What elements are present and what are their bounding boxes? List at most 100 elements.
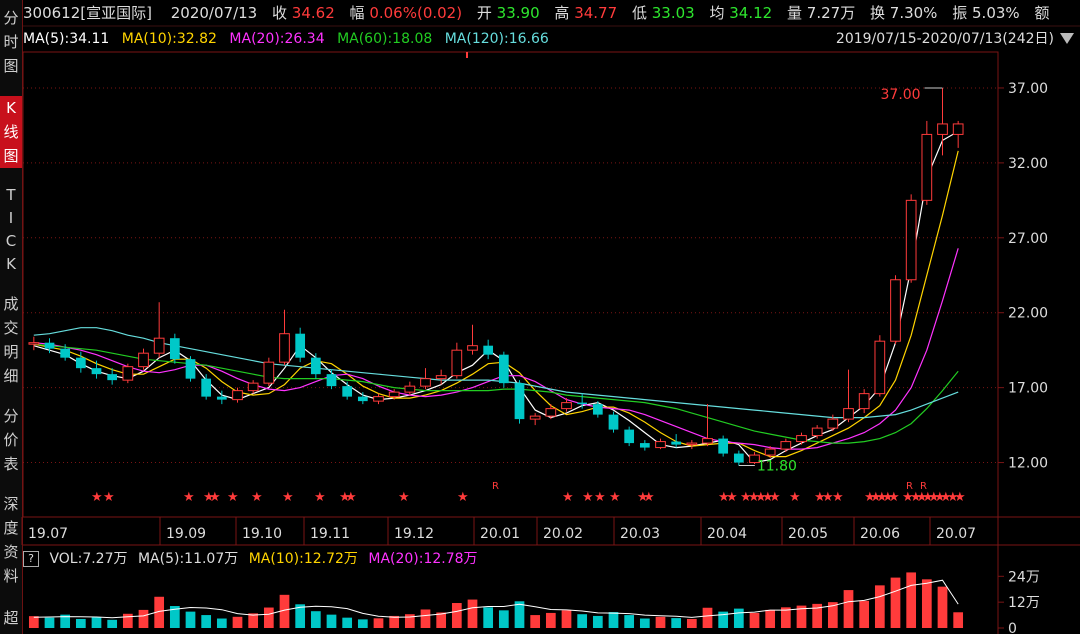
candle-body-down[interactable] <box>733 453 744 463</box>
candle-body-up[interactable] <box>279 333 290 363</box>
candle-body-up[interactable] <box>138 352 149 368</box>
volume-bar[interactable] <box>530 615 541 628</box>
volume-bar[interactable] <box>44 617 55 628</box>
volume-bar[interactable] <box>733 608 744 628</box>
candle-body-down[interactable] <box>624 429 635 444</box>
candle-body-up[interactable] <box>529 415 541 420</box>
volume-bar[interactable] <box>373 618 384 628</box>
candle-body-up[interactable] <box>28 342 40 345</box>
candle-body-down[interactable] <box>201 378 212 397</box>
volume-bar[interactable] <box>185 611 196 628</box>
candle-body-up[interactable] <box>388 391 400 398</box>
candle-body-down[interactable] <box>639 443 650 448</box>
volume-bar[interactable] <box>75 618 86 628</box>
volume-bar[interactable] <box>420 609 431 628</box>
volume-bar[interactable] <box>28 616 39 628</box>
candle-body-down[interactable] <box>326 374 337 387</box>
candle-body-down[interactable] <box>671 441 682 445</box>
candle-body-down[interactable] <box>185 359 196 379</box>
volume-bar[interactable] <box>577 614 588 628</box>
candle-body-up[interactable] <box>467 345 478 351</box>
volume-bar[interactable] <box>639 618 650 628</box>
volume-bar[interactable] <box>326 614 337 628</box>
candle-body-up[interactable] <box>153 337 165 354</box>
volume-bar[interactable] <box>655 616 666 628</box>
volume-bar[interactable] <box>749 612 760 628</box>
volume-bar[interactable] <box>138 609 149 628</box>
candle-body-down[interactable] <box>357 396 368 402</box>
candle-body-down[interactable] <box>60 348 71 358</box>
volume-bar[interactable] <box>765 609 776 628</box>
candle-body-up[interactable] <box>952 123 964 135</box>
volume-bar[interactable] <box>389 615 400 628</box>
volume-bar[interactable] <box>357 619 368 628</box>
volume-bar[interactable] <box>686 618 697 628</box>
candle-body-up[interactable] <box>796 435 807 443</box>
volume-bar[interactable] <box>451 603 462 628</box>
candle-body-up[interactable] <box>404 385 416 393</box>
volume-bar[interactable] <box>702 607 713 628</box>
candle-body-up[interactable] <box>686 442 698 446</box>
volume-bar[interactable] <box>310 611 321 628</box>
candle-body-down[interactable] <box>483 345 494 355</box>
kline-chart[interactable]: ★ ★ ★ ★★ ★ ★ ★ ★ ★★ ★ ★ ★ ★ ★ ★ ★★ ★★ ★★★★★ ★ ★★★ ★★★★★ ★★★★★… <box>0 0 1080 634</box>
candle-body-up[interactable] <box>937 123 948 135</box>
volume-bar[interactable] <box>906 572 917 628</box>
volume-bar[interactable] <box>467 599 478 628</box>
candle-body-up[interactable] <box>545 408 557 417</box>
candle-body-up[interactable] <box>561 402 572 410</box>
candle-body-up[interactable] <box>247 382 259 392</box>
volume-bar[interactable] <box>561 610 572 628</box>
volume-bar[interactable] <box>122 613 133 628</box>
volume-bar[interactable] <box>890 577 901 628</box>
candle-body-down[interactable] <box>608 414 619 430</box>
candle-body-up[interactable] <box>921 133 933 201</box>
volume-bar[interactable] <box>937 586 948 628</box>
candle-body-up[interactable] <box>890 279 901 342</box>
volume-bar[interactable] <box>498 610 509 628</box>
volume-bar[interactable] <box>483 607 494 628</box>
volume-bar[interactable] <box>232 616 243 628</box>
candle-body-down[interactable] <box>107 374 118 381</box>
candle-body-up[interactable] <box>232 390 243 401</box>
candle-body-up[interactable] <box>702 438 713 444</box>
candle-body-down[interactable] <box>718 438 729 454</box>
candle-body-down[interactable] <box>169 338 180 360</box>
volume-bar[interactable] <box>263 607 274 628</box>
candle-body-down[interactable] <box>75 357 86 369</box>
candle-body-down[interactable] <box>342 386 353 397</box>
candle-body-up[interactable] <box>780 441 792 450</box>
candle-body-up[interactable] <box>764 448 776 456</box>
candle-body-up[interactable] <box>655 441 666 449</box>
volume-bar[interactable] <box>342 617 353 628</box>
candle-body-down[interactable] <box>592 404 603 415</box>
candle-body-up[interactable] <box>874 340 886 395</box>
candle-body-up[interactable] <box>263 361 275 384</box>
candle-body-down[interactable] <box>44 342 55 349</box>
candle-body-up[interactable] <box>122 366 134 381</box>
candle-body-up[interactable] <box>858 393 870 410</box>
volume-bar[interactable] <box>624 615 635 628</box>
volume-bar[interactable] <box>874 585 885 628</box>
volume-bar[interactable] <box>843 590 854 628</box>
candle-body-down[interactable] <box>216 396 227 400</box>
volume-bar[interactable] <box>608 612 619 628</box>
volume-bar[interactable] <box>953 612 964 628</box>
volume-bar[interactable] <box>545 612 556 628</box>
volume-bar[interactable] <box>216 618 227 628</box>
volume-bar[interactable] <box>107 619 118 628</box>
candle-body-down[interactable] <box>295 333 306 358</box>
candle-body-up[interactable] <box>420 378 431 387</box>
candle-body-down[interactable] <box>91 368 102 375</box>
volume-bar[interactable] <box>91 617 102 628</box>
volume-bar[interactable] <box>921 579 932 628</box>
candle-body-down[interactable] <box>498 354 509 384</box>
volume-bar[interactable] <box>201 615 212 628</box>
volume-bar[interactable] <box>592 615 603 628</box>
candle-body-up[interactable] <box>451 349 463 377</box>
candle-body-up[interactable] <box>373 396 384 402</box>
candle-body-up[interactable] <box>827 418 839 429</box>
candle-body-up[interactable] <box>435 375 447 380</box>
help-icon[interactable]: ? <box>23 551 39 567</box>
candle-body-up[interactable] <box>905 199 917 281</box>
